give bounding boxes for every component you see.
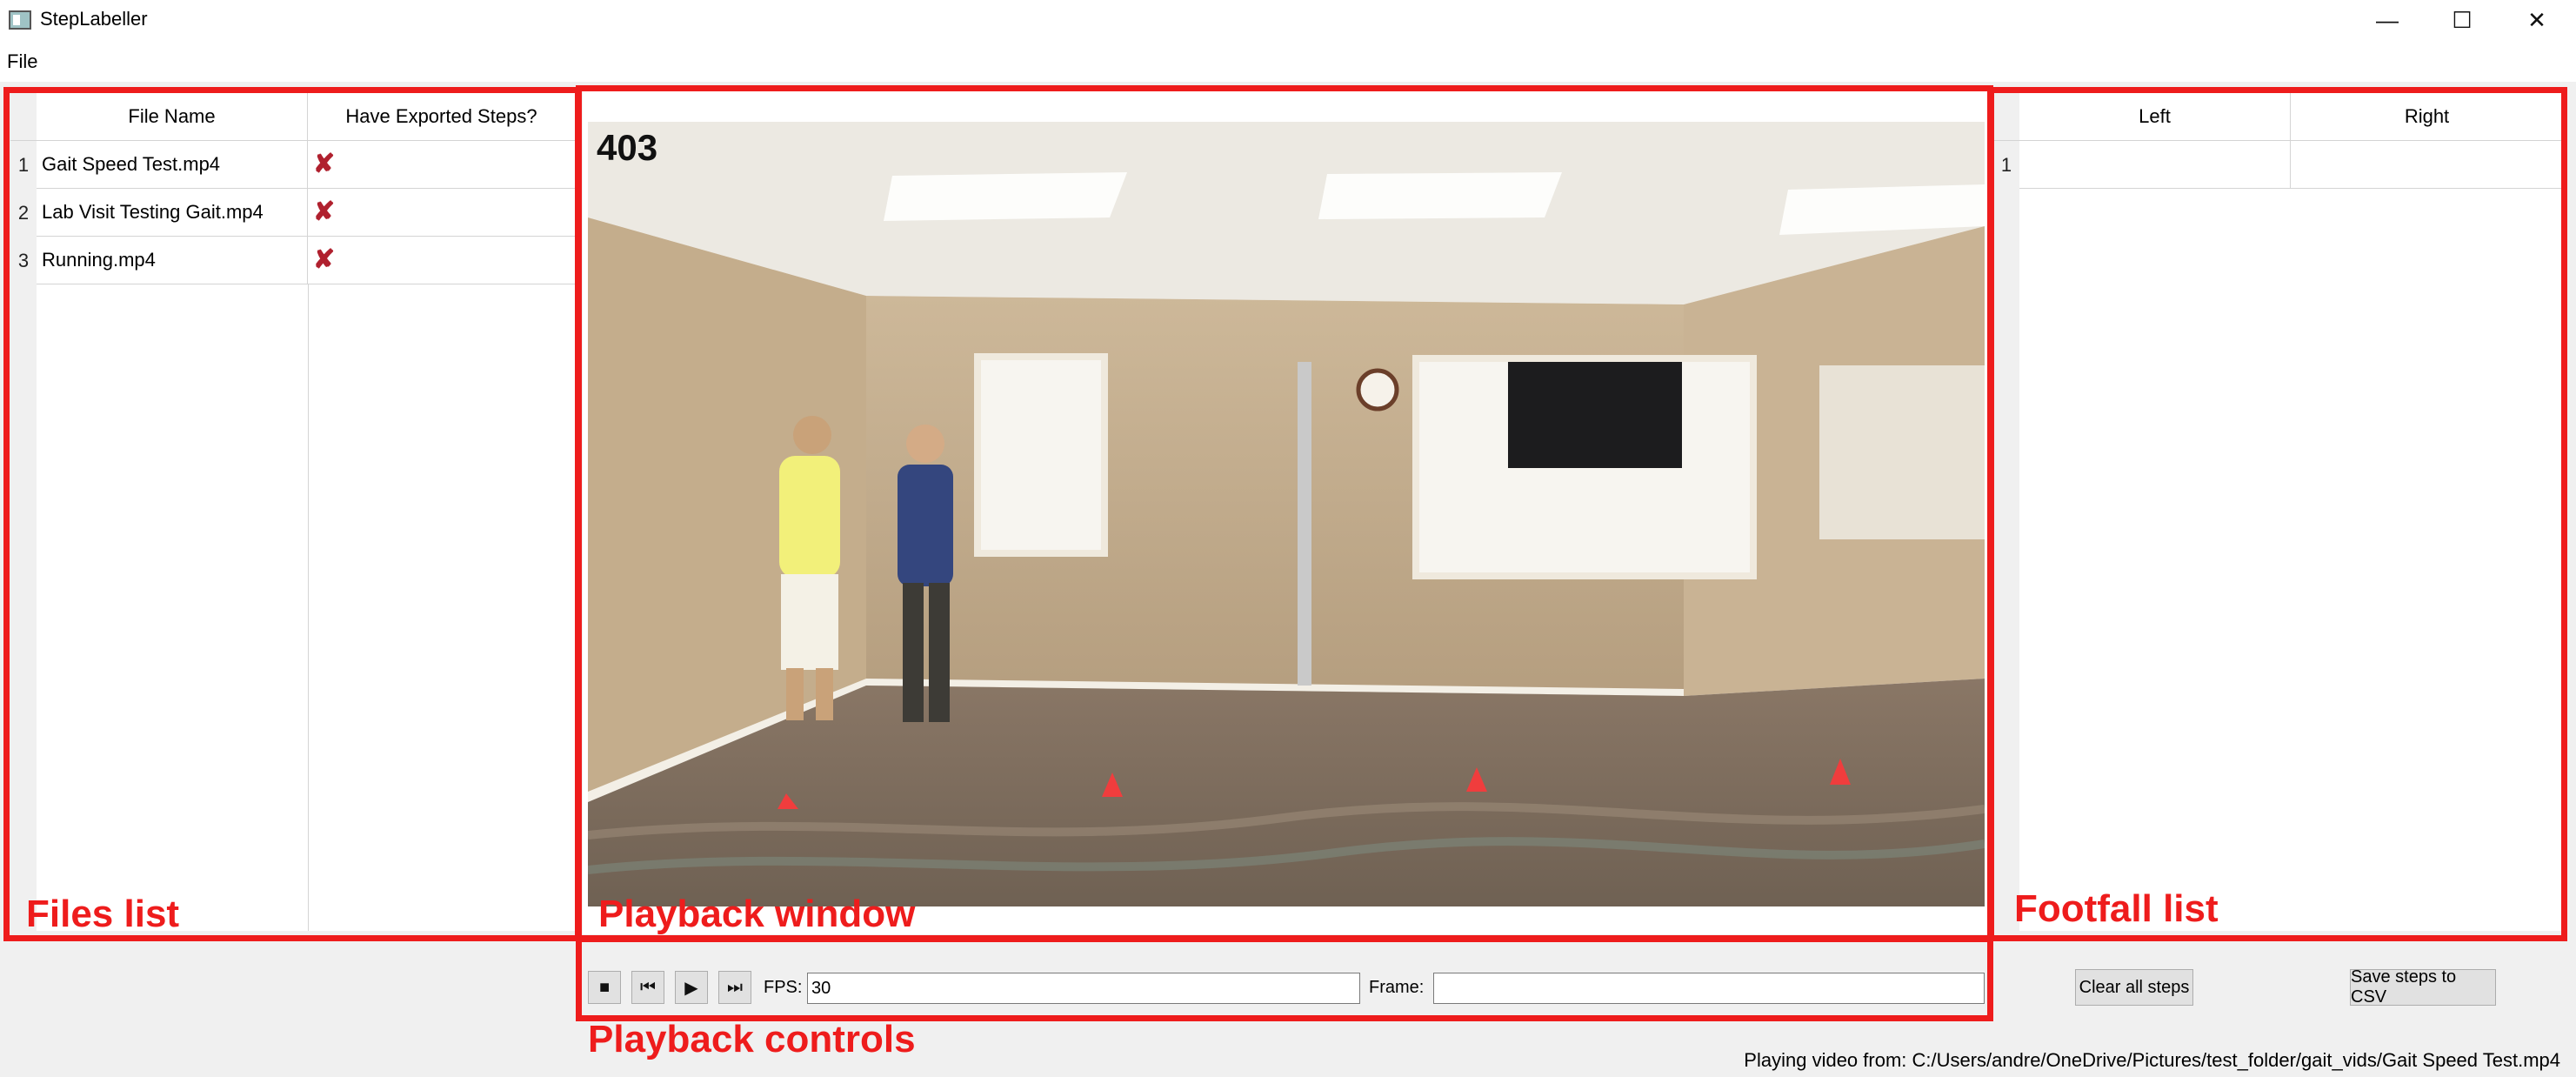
- close-button[interactable]: ✕: [2499, 0, 2574, 40]
- playback-controls-label: Playback controls: [588, 1018, 916, 1060]
- minimize-button[interactable]: —: [2350, 0, 2425, 40]
- app-icon: [9, 10, 31, 30]
- footfall-list-annotation-box: [1988, 87, 2567, 941]
- playback-window-annotation-box: [576, 85, 1993, 941]
- menu-file[interactable]: File: [7, 50, 37, 73]
- playback-controls-annotation-box: [576, 936, 1993, 1021]
- maximize-button[interactable]: ☐: [2425, 0, 2499, 40]
- minimize-icon: —: [2376, 6, 2399, 33]
- clear-all-steps-button[interactable]: Clear all steps: [2075, 969, 2193, 1006]
- files-list-label: Files list: [26, 893, 180, 935]
- status-bar-text: Playing video from: C:/Users/andre/OneDr…: [1744, 1049, 2560, 1071]
- save-steps-csv-button[interactable]: Save steps to CSV: [2350, 967, 2496, 1007]
- footfall-list-label: Footfall list: [2014, 887, 2219, 930]
- menu-bar: File: [0, 40, 2576, 82]
- close-icon: ✕: [2527, 6, 2546, 33]
- title-bar: StepLabeller — ☐ ✕: [0, 0, 2576, 40]
- maximize-icon: ☐: [2452, 6, 2473, 33]
- window-title: StepLabeller: [40, 8, 148, 30]
- playback-window-label: Playback window: [598, 893, 916, 935]
- files-list-annotation-box: [3, 87, 581, 941]
